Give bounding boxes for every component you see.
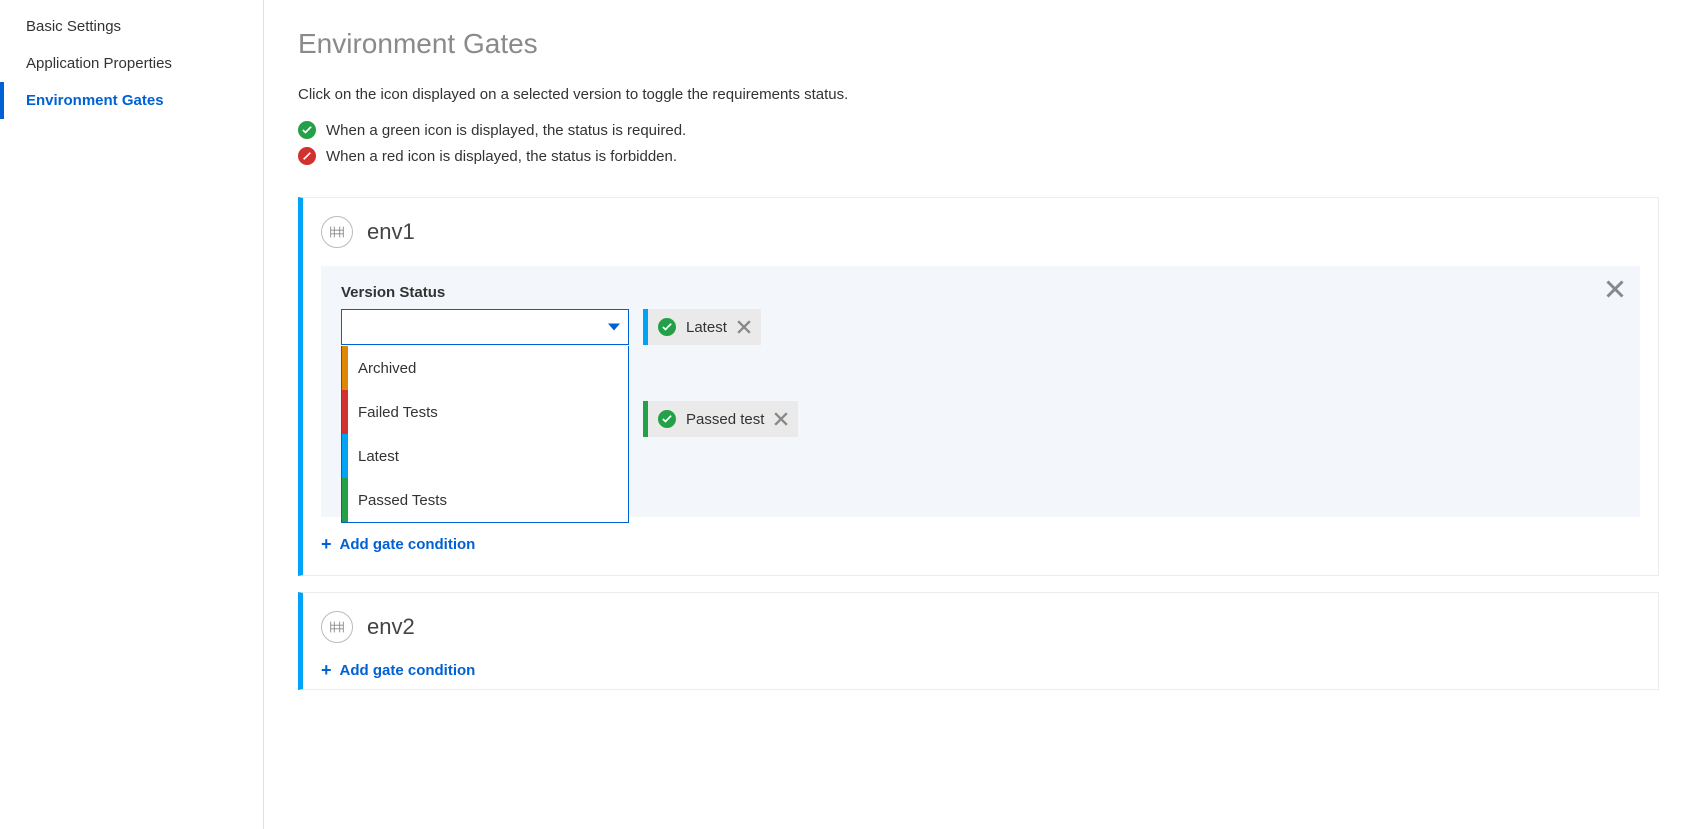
legend-required: When a green icon is displayed, the stat… <box>298 121 1659 139</box>
plus-icon: + <box>321 661 332 679</box>
gate-condition-panel: Version Status Archived Failed Tests <box>321 266 1640 517</box>
chevron-down-icon <box>608 324 620 331</box>
intro-text: Click on the icon displayed on a selecte… <box>298 86 1659 103</box>
remove-icon[interactable] <box>774 412 788 426</box>
environment-header: env1 <box>321 216 1640 248</box>
sidebar-item-basic-settings[interactable]: Basic Settings <box>0 8 263 45</box>
sidebar-item-label: Application Properties <box>26 55 172 72</box>
option-label: Failed Tests <box>348 404 438 421</box>
forbidden-circle-icon <box>298 147 316 165</box>
option-archived[interactable]: Archived <box>342 346 628 390</box>
main-content: Environment Gates Click on the icon disp… <box>264 0 1693 829</box>
version-status-options: Archived Failed Tests Latest Passed <box>341 346 629 523</box>
legend-forbidden-text: When a red icon is displayed, the status… <box>326 148 677 165</box>
status-pill-latest: Latest <box>643 309 761 345</box>
option-failed-tests[interactable]: Failed Tests <box>342 390 628 434</box>
version-status-input[interactable] <box>342 310 594 344</box>
status-pill-label: Latest <box>686 319 727 336</box>
remove-icon[interactable] <box>737 320 751 334</box>
status-pill-passed-test: Passed test <box>643 401 798 437</box>
environment-card-env1: env1 Version Status Archived <box>298 197 1659 576</box>
option-label: Passed Tests <box>348 492 447 509</box>
close-icon[interactable] <box>1606 280 1624 298</box>
settings-sidebar: Basic Settings Application Properties En… <box>0 0 264 829</box>
environment-header: env2 <box>321 611 1640 643</box>
option-passed-tests[interactable]: Passed Tests <box>342 478 628 522</box>
sidebar-item-application-properties[interactable]: Application Properties <box>0 45 263 82</box>
checkmark-circle-icon[interactable] <box>658 410 676 428</box>
status-pill-label: Passed test <box>686 411 764 428</box>
version-status-dropdown[interactable]: Archived Failed Tests Latest Passed <box>341 309 629 345</box>
sidebar-item-label: Environment Gates <box>26 92 164 109</box>
plus-icon: + <box>321 535 332 553</box>
version-status-label: Version Status <box>341 284 1620 301</box>
add-gate-label: Add gate condition <box>340 662 476 679</box>
gate-icon <box>321 611 353 643</box>
add-gate-label: Add gate condition <box>340 536 476 553</box>
environment-name: env2 <box>367 614 415 640</box>
add-gate-condition-button[interactable]: + Add gate condition <box>321 535 1640 553</box>
checkmark-circle-icon[interactable] <box>658 318 676 336</box>
legend-required-text: When a green icon is displayed, the stat… <box>326 122 686 139</box>
gate-icon <box>321 216 353 248</box>
legend-forbidden: When a red icon is displayed, the status… <box>298 147 1659 165</box>
option-label: Archived <box>348 360 416 377</box>
sidebar-item-environment-gates[interactable]: Environment Gates <box>0 82 263 119</box>
option-label: Latest <box>348 448 399 465</box>
page-title: Environment Gates <box>298 28 1659 60</box>
sidebar-item-label: Basic Settings <box>26 18 121 35</box>
add-gate-condition-button[interactable]: + Add gate condition <box>321 661 1640 679</box>
checkmark-circle-icon <box>298 121 316 139</box>
option-latest[interactable]: Latest <box>342 434 628 478</box>
environment-card-env2: env2 + Add gate condition <box>298 592 1659 690</box>
environment-name: env1 <box>367 219 415 245</box>
